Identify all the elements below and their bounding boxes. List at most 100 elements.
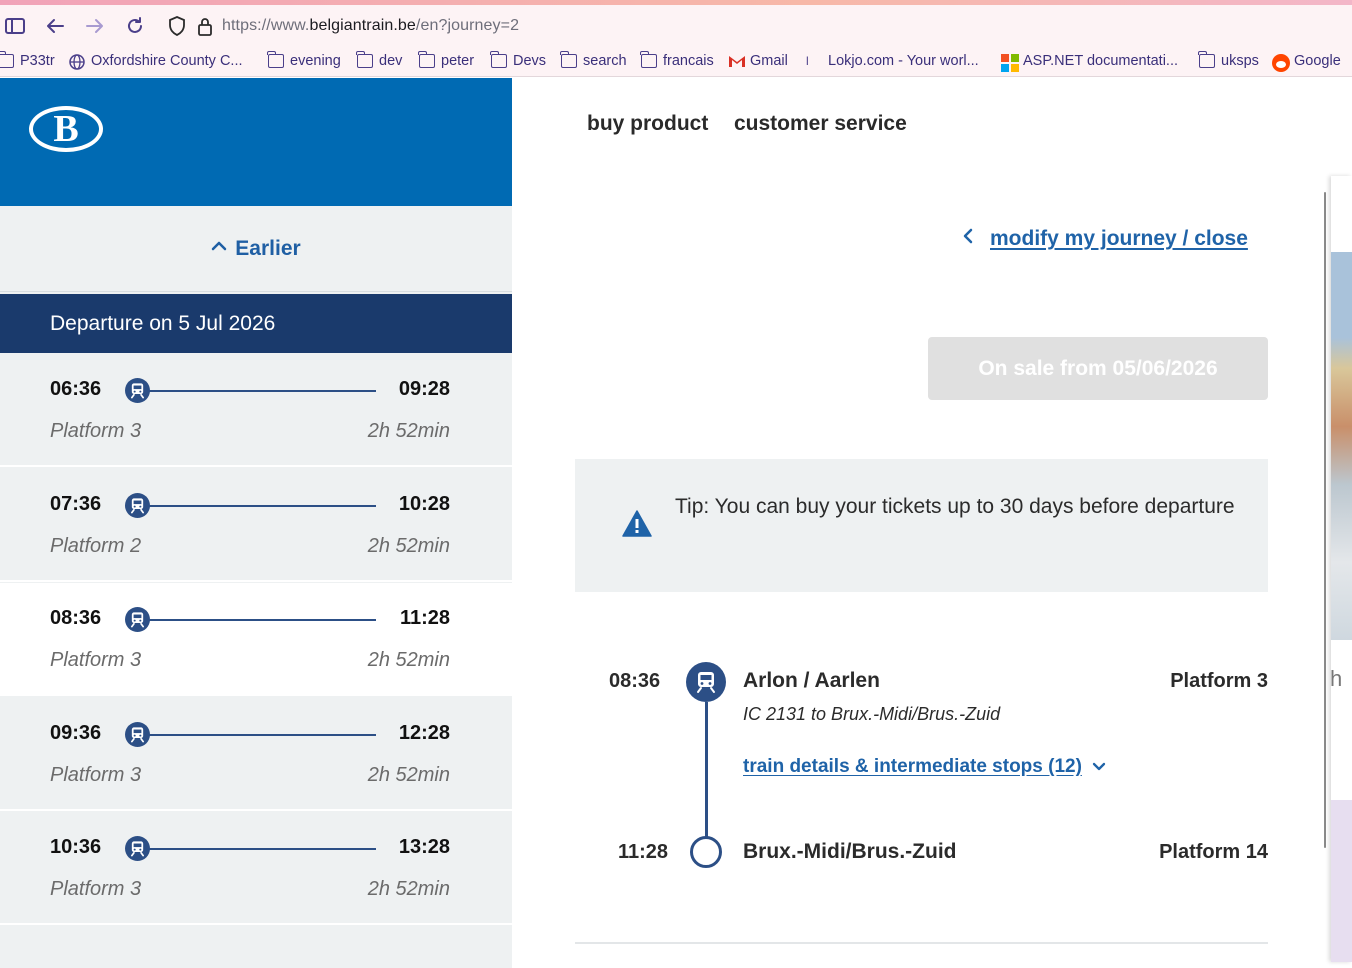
bookmark-search[interactable]: search <box>560 51 627 71</box>
bookmark-label: Oxfordshire County C... <box>91 53 243 69</box>
bookmark-dev[interactable]: dev <box>356 51 403 71</box>
scrollbar-thumb[interactable] <box>1324 192 1326 848</box>
duration-label: 2h 52min <box>367 764 450 786</box>
detail-scrollbar[interactable] <box>1322 176 1328 852</box>
bookmark-label: uksps <box>1221 53 1259 69</box>
segment-departure-time: 08:36 <box>609 670 661 692</box>
url-text[interactable]: https://www.belgiantrain.be/en?journey=2 <box>222 17 519 35</box>
tip-text: Tip: You can buy your tickets up to 30 d… <box>675 495 1235 518</box>
folder-icon <box>356 51 373 68</box>
route-line <box>148 848 376 850</box>
platform-label: Platform 3 <box>50 878 142 900</box>
train-details-link[interactable]: train details & intermediate stops (12) <box>743 756 1106 778</box>
departure-time: 09:36 <box>50 722 102 744</box>
on-sale-label: On sale from 05/06/2026 <box>978 356 1218 380</box>
train-icon <box>125 722 150 747</box>
url-domain: belgiantrain.be <box>309 17 416 34</box>
tracking-shield-icon[interactable] <box>164 13 190 39</box>
back-arrow-icon[interactable] <box>42 13 68 39</box>
folder-icon <box>267 51 284 68</box>
train-icon <box>125 836 150 861</box>
bookmark-label: Devs <box>513 53 547 69</box>
train-details-label: train details & intermediate stops (12) <box>743 756 1082 777</box>
nav-customer-service[interactable]: customer service <box>734 112 907 136</box>
arrival-time: 12:28 <box>398 722 450 744</box>
chevron-down-icon <box>1092 756 1106 778</box>
route-line <box>148 505 376 507</box>
train-icon <box>125 378 150 403</box>
journey-row[interactable]: 08:36 11:28 Platform 3 2h 52min <box>0 583 512 696</box>
bookmark-aspnet[interactable]: ASP.NET documentati... <box>1001 51 1179 72</box>
journey-row[interactable]: 10:36 13:28 Platform 3 2h 52min <box>0 812 512 925</box>
folder-icon <box>640 51 657 68</box>
later-button[interactable] <box>0 928 512 968</box>
globe-icon <box>69 54 85 70</box>
nav-buy-product[interactable]: buy product <box>587 112 708 136</box>
bookmark-devs[interactable]: Devs <box>490 51 547 71</box>
duration-label: 2h 52min <box>367 420 450 442</box>
bookmark-francais[interactable]: francais <box>640 51 714 71</box>
journey-row[interactable]: 06:36 09:28 Platform 3 2h 52min <box>0 354 512 467</box>
earlier-label: Earlier <box>235 236 301 260</box>
url-prefix: https://www. <box>222 17 310 34</box>
chevron-left-icon <box>962 227 974 251</box>
segment-departure-platform: Platform 3 <box>1170 670 1268 692</box>
arrival-time: 10:28 <box>398 493 450 515</box>
lock-icon[interactable] <box>192 13 218 39</box>
duration-label: 2h 52min <box>367 878 450 900</box>
adjacent-banner <box>1331 800 1352 962</box>
address-bar[interactable]: https://www.belgiantrain.be/en?journey=2 <box>0 5 1352 44</box>
brand-header: B <box>0 78 512 206</box>
arrival-time: 09:28 <box>398 378 450 400</box>
bookmark-p33tr[interactable]: P33tr <box>0 51 55 71</box>
gmail-icon <box>728 54 745 68</box>
bookmark-label: Lokjo.com - Your worl... <box>828 53 979 69</box>
bookmark-peter[interactable]: peter <box>418 51 475 71</box>
segment-arrival-platform: Platform 14 <box>1159 841 1268 863</box>
bookmark-label: Google <box>1294 53 1341 69</box>
segment-departure-station: Arlon / Aarlen <box>743 669 880 692</box>
modify-journey-link[interactable]: modify my journey / close <box>962 227 1248 251</box>
on-sale-button[interactable]: On sale from 05/06/2026 <box>928 337 1268 400</box>
departure-time: 07:36 <box>50 493 102 515</box>
bookmark-uksps[interactable]: uksps <box>1198 51 1259 71</box>
url-path: /en?journey=2 <box>415 17 520 34</box>
departure-time: 08:36 <box>50 607 102 629</box>
bookmark-gmail[interactable]: Gmail <box>728 51 788 71</box>
train-icon <box>125 493 150 518</box>
departure-time: 06:36 <box>50 378 102 400</box>
bookmark-evening[interactable]: evening <box>267 51 341 71</box>
train-icon <box>125 607 150 632</box>
route-line <box>148 619 376 621</box>
bookmark-lokjo[interactable]: l Lokjo.com - Your worl... <box>806 51 979 71</box>
forward-arrow-icon[interactable] <box>82 13 108 39</box>
platform-label: Platform 2 <box>50 535 142 557</box>
sidebar-toggle-icon[interactable] <box>2 13 28 39</box>
reload-icon[interactable] <box>122 13 148 39</box>
journey-results-panel: B Earlier Departure on 5 Jul 2026 06:36 0… <box>0 78 512 968</box>
segment-train-info: IC 2131 to Brux.-Midi/Brus.-Zuid <box>743 704 1001 724</box>
bookmark-label: dev <box>379 53 403 69</box>
bookmark-google[interactable]: Google <box>1272 51 1341 72</box>
bookmark-label: ASP.NET documentati... <box>1023 53 1179 69</box>
adjacent-text: h <box>1330 666 1343 691</box>
earlier-button[interactable]: Earlier <box>0 206 512 292</box>
departure-date-label: Departure on 5 Jul 2026 <box>50 311 276 335</box>
journey-row[interactable]: 09:36 12:28 Platform 3 2h 52min <box>0 698 512 811</box>
platform-label: Platform 3 <box>50 764 142 786</box>
platform-label: Platform 3 <box>50 649 142 671</box>
platform-label: Platform 3 <box>50 420 142 442</box>
journey-row[interactable]: 07:36 10:28 Platform 2 2h 52min <box>0 469 512 582</box>
bookmark-label: Gmail <box>750 53 788 69</box>
bookmark-label: evening <box>290 53 341 69</box>
sncb-logo[interactable]: B <box>29 106 103 152</box>
warning-icon <box>622 510 652 542</box>
bookmark-label: peter <box>441 53 475 69</box>
section-divider <box>575 942 1268 944</box>
bookmark-oxfordshire[interactable]: Oxfordshire County C... <box>69 51 243 71</box>
departure-date-header: Departure on 5 Jul 2026 <box>0 294 512 353</box>
reddit-icon <box>1272 54 1290 72</box>
lokjo-icon: l <box>806 54 809 68</box>
logo-letter: B <box>53 108 79 150</box>
bookmarks-bar: P33tr Oxfordshire County C... evening de… <box>0 44 1352 77</box>
